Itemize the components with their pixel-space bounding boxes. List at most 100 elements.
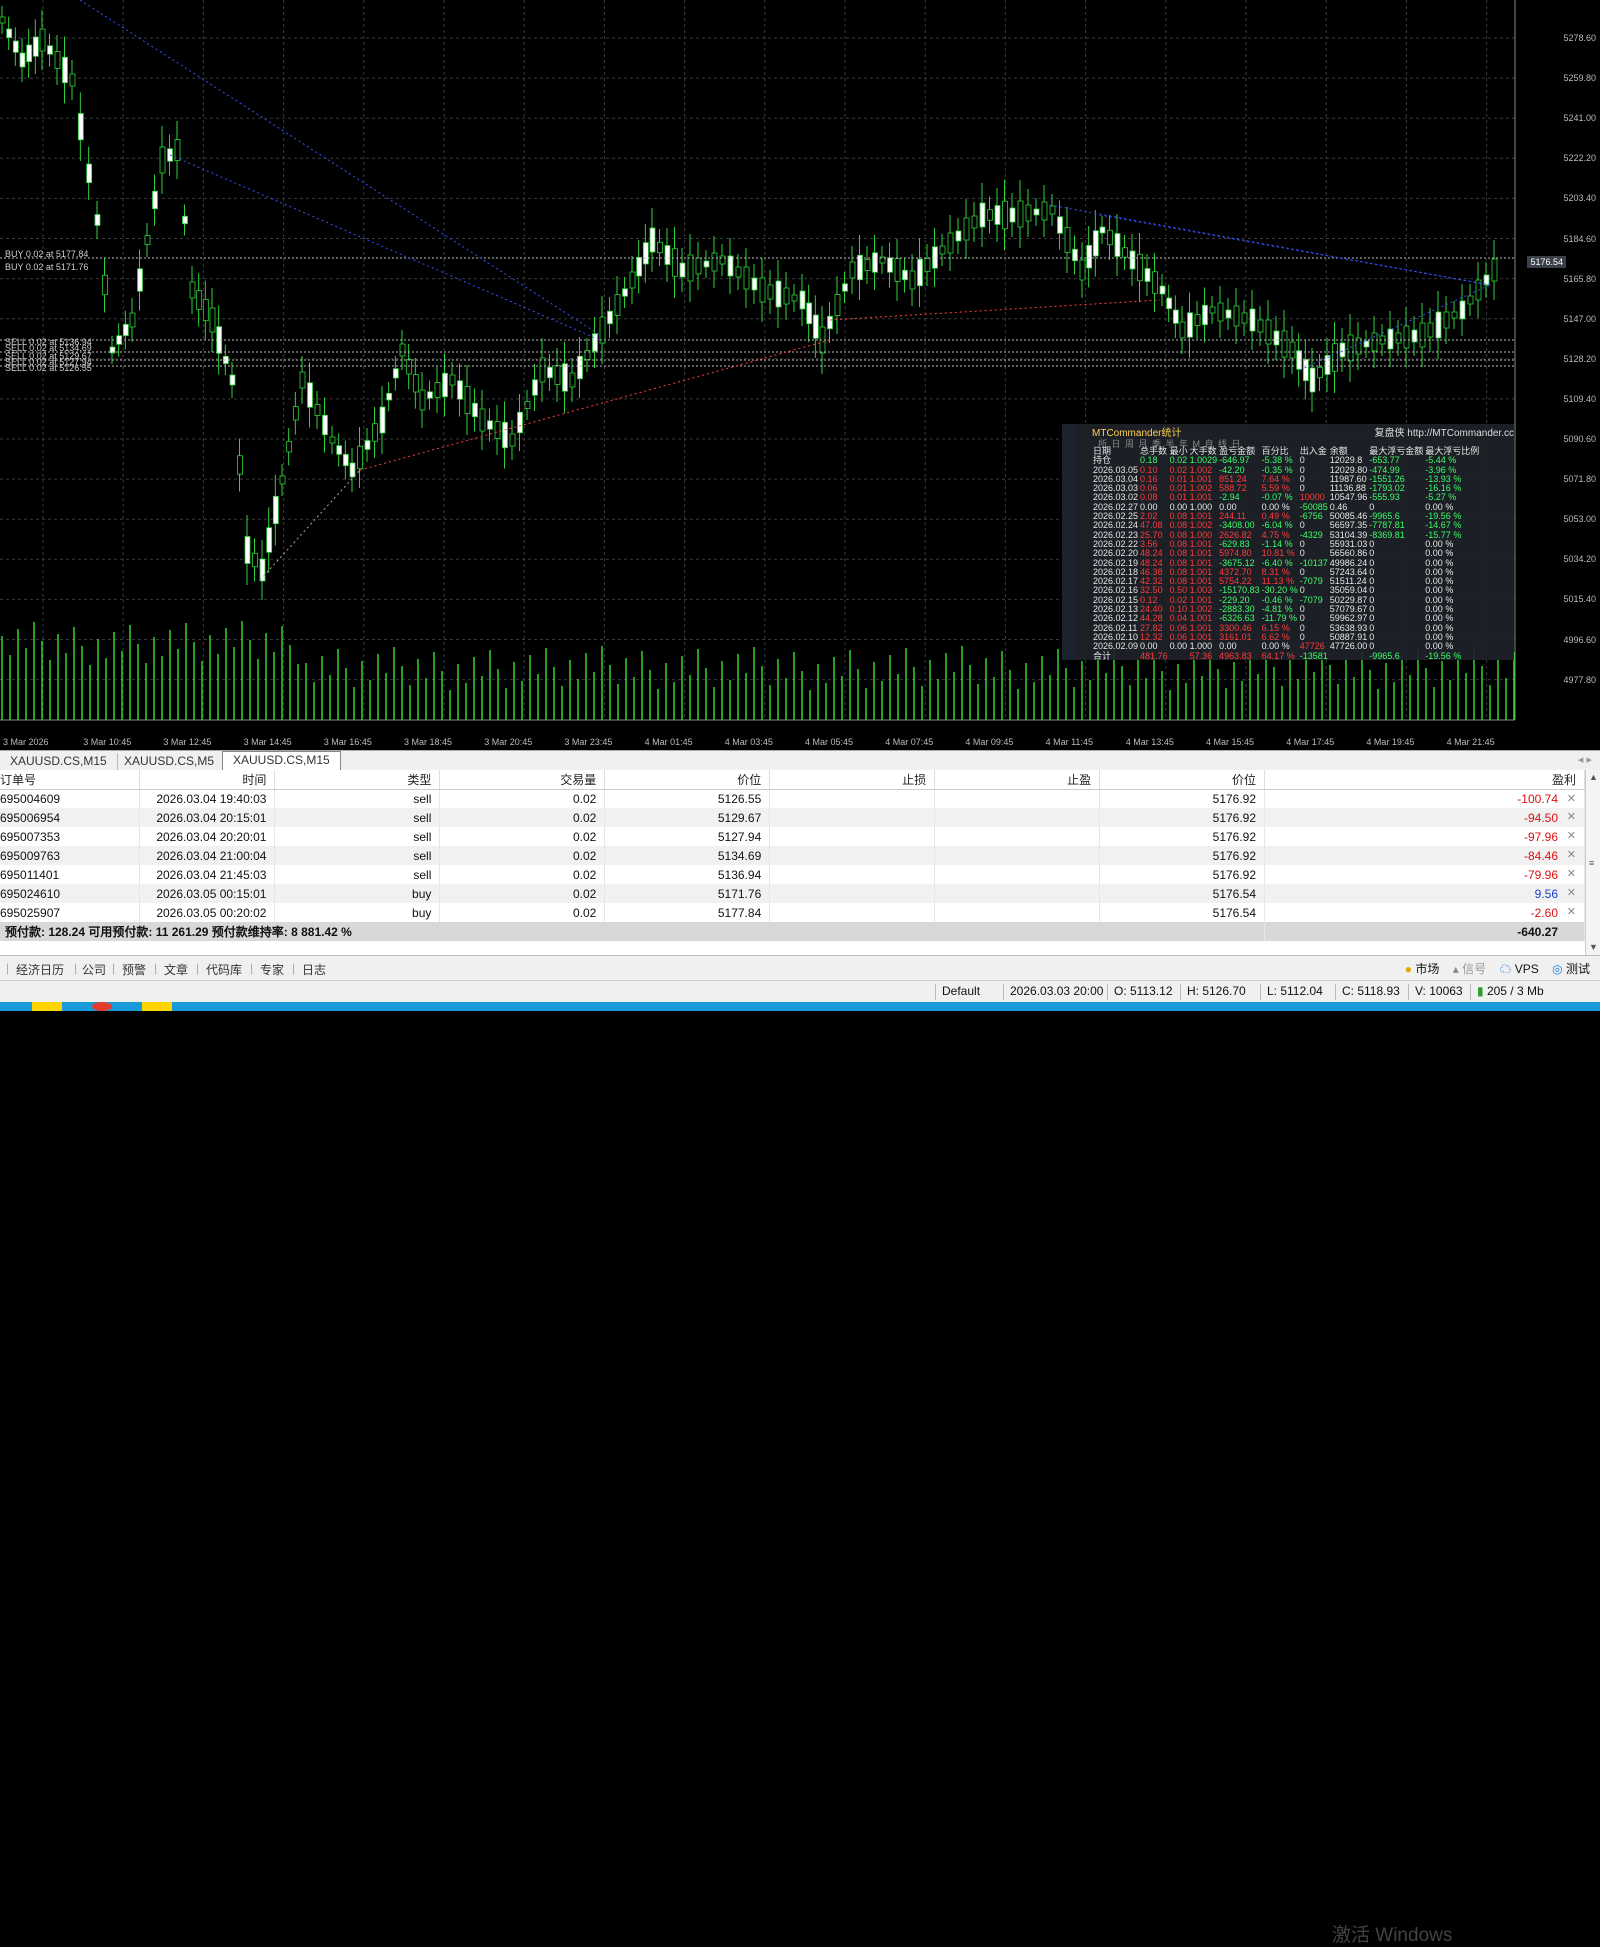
vps-button[interactable]: VPS xyxy=(1515,962,1539,976)
trade-cell xyxy=(769,808,936,827)
tab-xauusd-m15-a[interactable]: XAUUSD.CS,M15 xyxy=(0,753,118,770)
candle-body xyxy=(719,255,726,265)
candle-body xyxy=(329,436,336,444)
signals-icon[interactable]: ▴ xyxy=(1453,962,1459,976)
candle-body xyxy=(1129,250,1136,270)
tab-alerts[interactable]: 预警 xyxy=(122,961,146,978)
candle-body xyxy=(1099,226,1106,234)
candle-body xyxy=(122,323,129,337)
trade-col-header[interactable]: 订单号 xyxy=(0,770,141,790)
candle-body xyxy=(1273,330,1280,346)
trade-scrollbar[interactable]: ▲ ≡ ▼ xyxy=(1585,770,1600,955)
close-position-icon[interactable]: ✕ xyxy=(1567,829,1576,842)
stats-cell: -19.56 % xyxy=(1425,650,1462,660)
time-tick-label: 4 Mar 05:45 xyxy=(805,737,854,747)
candle-body xyxy=(799,290,806,310)
status-close: C: 5118.93 xyxy=(1335,984,1400,1000)
close-position-icon[interactable]: ✕ xyxy=(1567,848,1576,861)
market-icon[interactable]: ● xyxy=(1405,962,1412,976)
candle-body xyxy=(1159,285,1166,295)
candle-body xyxy=(1491,258,1498,282)
scroll-up-icon[interactable]: ▲ xyxy=(1589,772,1598,782)
trade-cell xyxy=(934,903,1101,922)
trade-row[interactable]: 695025907 2026.03.05 00:20:02 buy 0.02 5177.… xyxy=(0,903,1585,922)
tab-xauusd-m5[interactable]: XAUUSD.CS,M5 xyxy=(114,753,226,770)
candle-body xyxy=(336,445,343,455)
trade-cell: 5176.92 xyxy=(1099,808,1266,827)
trade-cell: 2026.03.04 20:20:01 xyxy=(139,827,276,846)
candle-body xyxy=(102,274,108,296)
current-price-label: 5176.54 xyxy=(1527,256,1566,268)
taskbar-browser-icon[interactable] xyxy=(92,1002,112,1011)
trade-link-line xyxy=(79,0,601,336)
trade-profit-value: -79.96 xyxy=(1523,867,1558,882)
trade-cell: buy xyxy=(274,884,441,903)
stats-cell: 0 xyxy=(1369,557,1375,568)
signals-button[interactable]: 信号 xyxy=(1462,962,1486,976)
candle-body xyxy=(775,280,782,308)
trade-row[interactable]: 695006954 2026.03.04 20:15:01 sell 0.02 5129… xyxy=(0,808,1585,827)
close-position-icon[interactable]: ✕ xyxy=(1567,792,1576,805)
trade-table: 订单号 时间 类型 交易量 价位 止损 止盈 价位 盈利 695004609 2026.03.04… xyxy=(0,770,1585,941)
trade-cell: 5176.92 xyxy=(1099,865,1266,884)
close-position-icon[interactable]: ✕ xyxy=(1567,867,1576,880)
terminal-tabs: | 经济日历 | 公司 | 预警 | 文章 | 代码库 | 专家 | 日志 ● … xyxy=(0,955,1600,1946)
trade-row[interactable]: 695009763 2026.03.04 21:00:04 sell 0.02 5134… xyxy=(0,846,1585,865)
close-position-icon[interactable]: ✕ xyxy=(1567,810,1576,823)
taskbar-app-icon[interactable] xyxy=(32,1002,62,1011)
windows-taskbar xyxy=(0,1002,1600,1011)
mtcommander-stats-panel[interactable]: V 5.16 MTCommander统计 复盘侠 http://MTComman… xyxy=(1062,424,1514,660)
close-position-icon[interactable]: ✕ xyxy=(1567,886,1576,899)
trade-cell: 2026.03.04 20:15:01 xyxy=(139,808,276,827)
candle-body xyxy=(322,414,328,436)
tab-code-base[interactable]: 代码库 xyxy=(206,961,242,978)
tab-experts[interactable]: 专家 xyxy=(260,961,284,978)
trade-cell xyxy=(769,789,936,808)
close-position-icon[interactable]: ✕ xyxy=(1567,905,1576,918)
price-chart[interactable]: 5278.60 5259.80 5241.00 5222.20 5203.40 5184.… xyxy=(0,0,1600,750)
trade-cell xyxy=(934,865,1101,884)
trade-col-header[interactable]: 交易量 xyxy=(439,770,606,790)
trade-row[interactable]: 695024610 2026.03.05 00:15:01 buy 0.02 5171.… xyxy=(0,884,1585,903)
trade-row[interactable]: 695007353 2026.03.04 20:20:01 sell 0.02 5127… xyxy=(0,827,1585,846)
trade-row[interactable]: 695011401 2026.03.04 21:45:03 sell 0.02 5136… xyxy=(0,865,1585,884)
trade-col-header[interactable]: 盈利 xyxy=(1264,770,1585,790)
trade-cell: sell xyxy=(274,827,441,846)
candle-body xyxy=(532,379,538,396)
stats-cell: 47726.00 xyxy=(1329,641,1368,652)
trade-col-header[interactable]: 止盈 xyxy=(934,770,1101,790)
scroll-down-icon[interactable]: ▼ xyxy=(1589,942,1598,952)
tab-xauusd-m15-active[interactable]: XAUUSD.CS,M15 xyxy=(222,751,341,771)
candle-body xyxy=(1324,355,1331,375)
candle-body xyxy=(314,404,321,416)
scroll-grip-icon[interactable]: ≡ xyxy=(1589,858,1594,868)
stats-link[interactable]: 复盘侠 http://MTCommander.cc xyxy=(1375,424,1514,439)
tab-economic-calendar[interactable]: 经济日历 xyxy=(16,961,64,978)
trade-col-header[interactable]: 价位 xyxy=(604,770,771,790)
tester-button[interactable]: 测试 xyxy=(1566,962,1590,976)
candle-body xyxy=(783,287,790,305)
taskbar-folder-icon[interactable] xyxy=(142,1002,172,1011)
tab-journal[interactable]: 日志 xyxy=(302,961,326,978)
candle-body xyxy=(494,421,501,439)
tab-company[interactable]: 公司 xyxy=(82,961,106,978)
tab-scroll-arrows[interactable]: ◂ ▸ xyxy=(1578,753,1592,766)
candle-body xyxy=(1041,201,1048,221)
trade-row[interactable]: 695004609 2026.03.04 19:40:03 sell 0.02 5126… xyxy=(0,789,1585,808)
status-datetime: 2026.03.03 20:00 xyxy=(1003,984,1103,1000)
candle-body xyxy=(94,214,101,226)
tester-icon[interactable]: ◎ xyxy=(1552,962,1562,976)
tab-articles[interactable]: 文章 xyxy=(164,961,188,978)
trade-col-header[interactable]: 时间 xyxy=(139,770,276,790)
candle-body xyxy=(517,411,523,434)
candle-body xyxy=(547,366,553,379)
trade-col-header[interactable]: 止损 xyxy=(769,770,936,790)
trade-col-header[interactable]: 价位 xyxy=(1099,770,1266,790)
trade-col-header[interactable]: 类型 xyxy=(274,770,441,790)
time-tick-label: 3 Mar 20:45 xyxy=(484,737,533,747)
price-tick-label: 5165.80 xyxy=(1563,273,1596,284)
trade-cell: 695004609 xyxy=(0,789,141,808)
cloud-icon[interactable]: ☁ xyxy=(1499,962,1511,976)
market-button[interactable]: 市场 xyxy=(1415,962,1439,976)
stats-cell: 合计 xyxy=(1093,650,1112,660)
